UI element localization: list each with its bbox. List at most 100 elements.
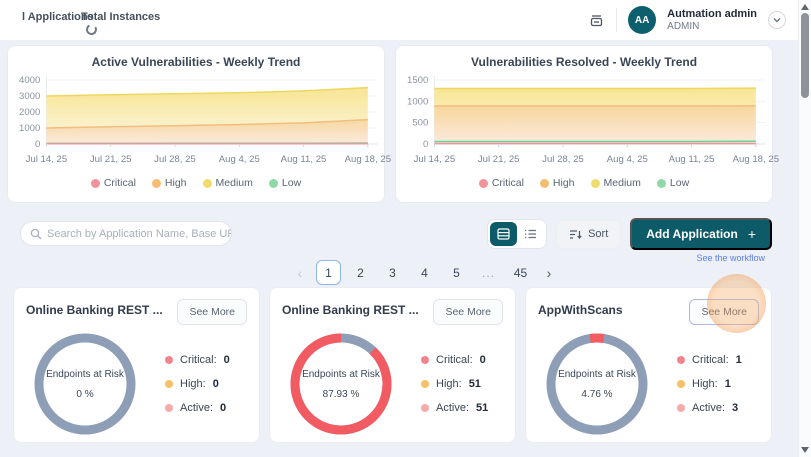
scroll-down-arrow-icon[interactable] [801, 447, 809, 453]
scroll-up-arrow-icon[interactable] [801, 4, 809, 10]
stat-label: Critical: [436, 354, 473, 366]
legend-item[interactable]: Low [657, 177, 689, 189]
add-application-button[interactable]: Add Application + [630, 218, 772, 250]
donut-percent: 0 % [76, 389, 93, 400]
legend-item[interactable]: Medium [203, 177, 253, 189]
pagination-page-button[interactable]: 1 [316, 260, 341, 285]
stat-value: 51 [476, 402, 488, 414]
pagination-page-button[interactable]: 2 [348, 260, 373, 285]
svg-text:Aug 18, 25: Aug 18, 25 [733, 154, 779, 165]
endpoints-donut-chart: Endpoints at Risk 0 % [30, 329, 140, 439]
trend-chart: 01000200030004000Jul 14, 25Jul 21, 25Jul… [8, 72, 384, 174]
pagination-page-button[interactable]: 45 [508, 260, 533, 285]
donut-percent: 87.93 % [323, 389, 360, 400]
trend-chart: 050010001500Jul 14, 25Jul 21, 25Jul 28, … [396, 72, 772, 174]
legend-item[interactable]: High [540, 177, 575, 189]
add-application-label: Add Application [646, 227, 738, 241]
stat-label: High: [180, 378, 206, 390]
chart-title: Vulnerabilities Resolved - Weekly Trend [396, 55, 772, 69]
pagination-prev-button[interactable]: ‹ [291, 265, 309, 281]
see-more-button[interactable]: See More [689, 299, 759, 325]
legend-label: Medium [604, 177, 641, 189]
stat-value: 3 [732, 402, 738, 414]
application-title: Online Banking REST ... [282, 299, 419, 317]
svg-text:500: 500 [412, 118, 428, 129]
stat-row: Active: 0 [165, 402, 230, 414]
stat-row: Active: 51 [421, 402, 488, 414]
stat-dot-icon [165, 404, 173, 412]
legend-item[interactable]: High [152, 177, 187, 189]
svg-text:Aug 18, 25: Aug 18, 25 [345, 154, 391, 165]
legend-dot-icon [269, 179, 278, 188]
vertical-scrollbar[interactable] [798, 0, 811, 457]
svg-text:1000: 1000 [407, 96, 428, 107]
vulnerability-stats: Critical: 0 High: 0 Active: 0 [165, 354, 230, 414]
search-icon [30, 228, 42, 240]
legend-dot-icon [540, 179, 549, 188]
sort-button[interactable]: Sort [556, 220, 621, 249]
tab-total-instances[interactable]: Total Instances [81, 11, 160, 23]
print-icon[interactable] [588, 12, 605, 29]
view-toggle [487, 219, 547, 249]
donut-label: Endpoints at Risk [558, 369, 636, 380]
plus-icon: + [748, 226, 756, 242]
user-menu-button[interactable] [768, 11, 786, 29]
stat-dot-icon [677, 404, 685, 412]
stat-label: Critical: [692, 354, 729, 366]
legend-item[interactable]: Critical [479, 177, 524, 189]
legend-label: Medium [216, 177, 253, 189]
see-the-workflow-link[interactable]: See the workflow [696, 253, 765, 263]
stat-dot-icon [165, 356, 173, 364]
stat-row: High: 51 [421, 378, 488, 390]
legend-label: Low [282, 177, 301, 189]
scrollbar-thumb[interactable] [801, 13, 809, 98]
svg-text:1000: 1000 [19, 123, 40, 134]
application-cards-row: Online Banking REST ... See More Endpoin… [13, 287, 772, 443]
sort-icon [569, 229, 582, 240]
list-view-icon [524, 228, 537, 240]
avatar[interactable]: AA [628, 6, 656, 34]
topbar: l Applications Total Instances AA Autmat… [0, 0, 811, 40]
donut-center-label: Endpoints at Risk 87.93 % [286, 329, 396, 439]
stat-dot-icon [165, 380, 173, 388]
pagination-page-button[interactable]: 4 [412, 260, 437, 285]
pagination-page-button: ... [476, 260, 501, 285]
charts-row: Active Vulnerabilities - Weekly Trend 01… [7, 45, 773, 203]
search-input[interactable] [47, 228, 231, 240]
stat-value: 51 [469, 378, 481, 390]
see-more-button[interactable]: See More [177, 299, 247, 325]
svg-text:0: 0 [35, 139, 40, 150]
endpoints-donut-chart: Endpoints at Risk 4.76 % [542, 329, 652, 439]
pagination-page-button[interactable]: 5 [444, 260, 469, 285]
donut-percent: 4.76 % [581, 389, 612, 400]
svg-text:Jul 28, 25: Jul 28, 25 [542, 154, 584, 165]
legend-item[interactable]: Low [269, 177, 301, 189]
stat-row: High: 1 [677, 378, 742, 390]
svg-text:Aug 11, 25: Aug 11, 25 [669, 154, 715, 165]
card-view-button[interactable] [490, 222, 517, 246]
endpoints-donut-chart: Endpoints at Risk 87.93 % [286, 329, 396, 439]
stat-row: High: 0 [165, 378, 230, 390]
stat-value: 1 [725, 378, 731, 390]
stat-dot-icon [421, 404, 429, 412]
application-card-body: Endpoints at Risk 4.76 % Critical: 1 Hig… [538, 329, 759, 439]
application-title: AppWithScans [538, 299, 623, 317]
pagination-pages: 12345...45 [316, 260, 533, 285]
legend-item[interactable]: Critical [91, 177, 136, 189]
legend-dot-icon [203, 179, 212, 188]
legend-item[interactable]: Medium [591, 177, 641, 189]
pagination-next-button[interactable]: › [540, 265, 558, 281]
stat-dot-icon [677, 356, 685, 364]
svg-text:0: 0 [423, 139, 428, 150]
list-view-button[interactable] [517, 222, 544, 246]
chart-legend: Critical High Medium Low [396, 177, 772, 189]
stat-value: 0 [220, 402, 226, 414]
see-more-button[interactable]: See More [433, 299, 503, 325]
application-card: AppWithScans See More Endpoints at Risk … [525, 287, 772, 443]
trend-chart-card: Vulnerabilities Resolved - Weekly Trend … [395, 45, 773, 203]
svg-text:2000: 2000 [19, 107, 40, 118]
pagination-page-button[interactable]: 3 [380, 260, 405, 285]
svg-text:Jul 21, 25: Jul 21, 25 [90, 154, 132, 165]
application-card-header: Online Banking REST ... See More [26, 299, 247, 325]
search-box [20, 221, 232, 246]
